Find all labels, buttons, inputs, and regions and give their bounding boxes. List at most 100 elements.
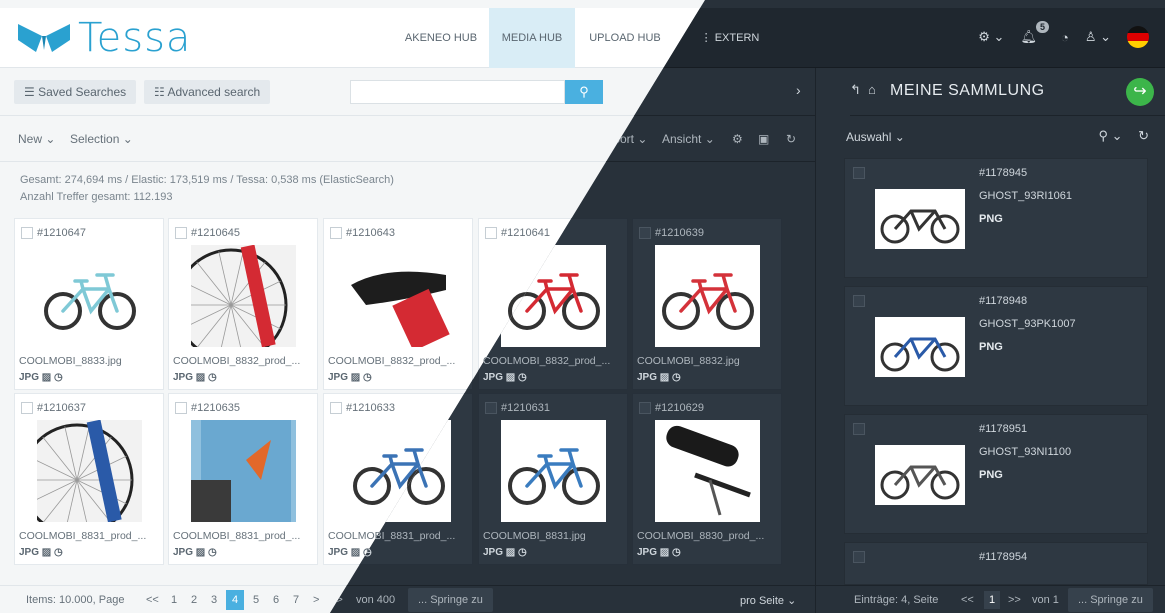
chevron-right-icon[interactable]: › xyxy=(796,82,801,98)
share-icon[interactable]: ↪ xyxy=(1126,78,1154,106)
asset-checkbox[interactable] xyxy=(175,227,187,239)
page-7[interactable]: 7 xyxy=(293,594,299,606)
dashboard-icon[interactable]: ◔ xyxy=(1061,30,1069,45)
asset-card[interactable]: #1210631 COOLMOBI_8831.jpg JPG ▨ ◷ xyxy=(478,393,628,565)
jump-to-page-input[interactable]: ... Springe zu xyxy=(408,588,493,612)
asset-id: #1210629 xyxy=(655,402,704,414)
asset-thumbnail[interactable] xyxy=(346,245,451,347)
next-page-button[interactable]: > xyxy=(313,594,319,606)
asset-filetype: JPG ▨ ◷ xyxy=(173,547,217,558)
collection-jump-input[interactable]: ... Springe zu xyxy=(1068,588,1153,612)
asset-thumbnail[interactable] xyxy=(655,420,760,522)
asset-id: #1210639 xyxy=(655,227,704,239)
asset-checkbox[interactable] xyxy=(639,227,651,239)
collection-item-name: GHOST_93NI1100 xyxy=(979,446,1072,458)
settings-icon[interactable]: ⚙ ⌄ xyxy=(978,29,1004,45)
clock-icon: ◷ xyxy=(208,372,217,383)
nav-extern[interactable]: ⋮ EXTERN xyxy=(690,8,770,68)
nav-akeneo-hub[interactable]: AKENEO HUB xyxy=(393,8,489,68)
asset-checkbox[interactable] xyxy=(485,402,497,414)
page-1[interactable]: 1 xyxy=(171,594,177,606)
collection-last-button[interactable]: >> xyxy=(1008,594,1021,606)
page-6[interactable]: 6 xyxy=(273,594,279,606)
asset-checkbox[interactable] xyxy=(639,402,651,414)
settings-icon[interactable]: ⚙ xyxy=(732,132,743,146)
bell-icon[interactable]: 🔔︎ 5 xyxy=(1020,21,1049,45)
nav-upload-hub[interactable]: UPLOAD HUB xyxy=(575,8,675,68)
notification-badge: 5 xyxy=(1035,21,1049,33)
collection-item-checkbox[interactable] xyxy=(853,295,865,307)
asset-filename: COOLMOBI_8833.jpg xyxy=(19,355,122,367)
collection-item[interactable]: #1178945 GHOST_93RI1061 PNG xyxy=(844,158,1148,278)
selection-dropdown[interactable]: Selection ⌄ xyxy=(70,132,133,146)
asset-checkbox[interactable] xyxy=(21,227,33,239)
tessa-logo[interactable]: Tessa xyxy=(16,15,192,61)
asset-checkbox[interactable] xyxy=(485,227,497,239)
collection-item-thumbnail[interactable] xyxy=(875,317,965,377)
page-4-active[interactable]: 4 xyxy=(226,590,244,610)
asset-card[interactable]: #1210637 COOLMOBI_8831_prod_... JPG ▨ ◷ xyxy=(14,393,164,565)
basket-icon: ⌂ xyxy=(868,82,876,97)
collection-item-checkbox[interactable] xyxy=(853,423,865,435)
asset-card[interactable]: #1210635 COOLMOBI_8831_prod_... JPG ▨ ◷ xyxy=(168,393,318,565)
collection-first-button[interactable]: << xyxy=(961,594,974,606)
clock-icon: ◷ xyxy=(518,547,527,558)
image-icon: ▨ xyxy=(350,372,361,383)
collection-item-checkbox[interactable] xyxy=(853,551,865,563)
asset-card[interactable]: #1210647 COOLMOBI_8833.jpg JPG ▨ ◷ xyxy=(14,218,164,390)
collection-item-thumbnail[interactable] xyxy=(875,189,965,249)
nav-media-hub[interactable]: MEDIA HUB xyxy=(489,8,575,68)
asset-card[interactable]: #1210639 COOLMOBI_8832.jpg JPG ▨ ◷ xyxy=(632,218,782,390)
briefcase-icon[interactable]: ▣ xyxy=(758,132,769,146)
new-dropdown[interactable]: New ⌄ xyxy=(18,132,55,146)
asset-thumbnail[interactable] xyxy=(37,420,142,522)
asset-id: #1210637 xyxy=(37,402,86,414)
asset-id: #1210633 xyxy=(346,402,395,414)
asset-thumbnail[interactable] xyxy=(37,245,142,347)
german-flag-icon[interactable] xyxy=(1127,26,1149,48)
saved-searches-button[interactable]: ☰ Saved Searches xyxy=(14,80,137,104)
first-page-button[interactable]: << xyxy=(146,594,159,606)
user-icon[interactable]: ♙ ⌄ xyxy=(1085,29,1111,45)
collection-item-thumbnail[interactable] xyxy=(875,445,965,505)
asset-checkbox[interactable] xyxy=(330,402,342,414)
clock-icon: ◷ xyxy=(518,372,527,383)
asset-checkbox[interactable] xyxy=(175,402,187,414)
asset-card[interactable]: #1210629 COOLMOBI_8830_prod_... JPG ▨ ◷ xyxy=(632,393,782,565)
logo-text: Tessa xyxy=(78,15,192,61)
asset-card[interactable]: #1210645 COOLMOBI_8832_prod_... JPG ▨ ◷ xyxy=(168,218,318,390)
asset-filetype: JPG ▨ ◷ xyxy=(173,372,217,383)
collection-item[interactable]: #1178948 GHOST_93PK1007 PNG xyxy=(844,286,1148,406)
asset-filetype: JPG ▨ ◷ xyxy=(483,372,527,383)
back-icon[interactable]: ↰ xyxy=(850,82,861,98)
asset-checkbox[interactable] xyxy=(330,227,342,239)
search-input[interactable] xyxy=(350,80,565,104)
collection-item[interactable]: #1178951 GHOST_93NI1100 PNG xyxy=(844,414,1148,534)
asset-filename: COOLMOBI_8831.jpg xyxy=(483,530,586,542)
collection-item-checkbox[interactable] xyxy=(853,167,865,179)
view-dropdown[interactable]: Ansicht ⌄ xyxy=(662,132,715,146)
page-3[interactable]: 3 xyxy=(211,594,217,606)
search-button[interactable]: ⚲ xyxy=(565,80,603,104)
asset-card[interactable]: #1210643 COOLMOBI_8832_prod_... JPG ▨ ◷ xyxy=(323,218,473,390)
search-icon[interactable]: ⚲ ⌄ xyxy=(1098,128,1122,143)
asset-id: #1210647 xyxy=(37,227,86,239)
refresh-icon[interactable]: ↻ xyxy=(1138,128,1149,143)
collection-header: ↰ ⌂ MEINE SAMMLUNG ↪ xyxy=(850,68,1165,116)
asset-filetype: JPG ▨ ◷ xyxy=(637,372,681,383)
page-5[interactable]: 5 xyxy=(253,594,259,606)
refresh-icon[interactable]: ↻ xyxy=(786,132,796,146)
per-page-dropdown[interactable]: pro Seite ⌄ xyxy=(740,594,796,607)
advanced-search-button[interactable]: ☷ Advanced search xyxy=(144,80,271,104)
collection-item[interactable]: #1178954 xyxy=(844,542,1148,585)
collection-current-page[interactable]: 1 xyxy=(984,591,1000,609)
asset-checkbox[interactable] xyxy=(21,402,33,414)
asset-thumbnail[interactable] xyxy=(191,245,296,347)
asset-thumbnail[interactable] xyxy=(191,420,296,522)
collection-selection-dropdown[interactable]: Auswahl ⌄ xyxy=(846,130,905,144)
asset-thumbnail[interactable] xyxy=(655,245,760,347)
image-icon: ▨ xyxy=(195,372,206,383)
page-2[interactable]: 2 xyxy=(191,594,197,606)
image-icon: ▨ xyxy=(41,547,52,558)
asset-thumbnail[interactable] xyxy=(501,420,606,522)
